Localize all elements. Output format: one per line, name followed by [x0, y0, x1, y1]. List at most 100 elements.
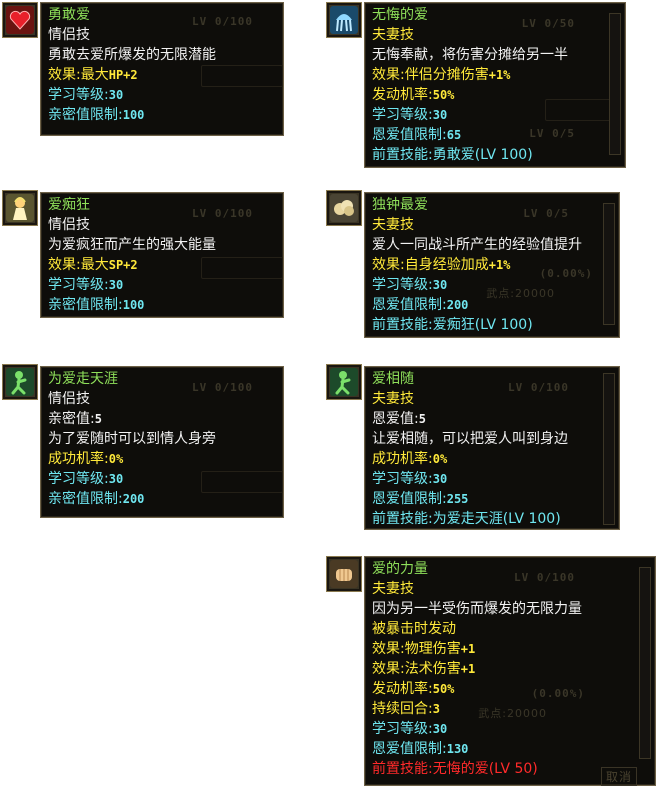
love-limit: 恩爱值限制:255 — [372, 489, 613, 509]
skill-tooltip-love-follow: LV 0/100 爱相随 夫妻技 恩爱值:5 让爱相随，可以把爱人叫到身边 成功… — [364, 366, 620, 530]
trigger-rate-value: 50% — [432, 88, 455, 102]
learn-level-label: 学习等级: — [48, 277, 109, 293]
skill-tooltip-crazy-love: LV 0/100 爱痴狂 情侣技 为爱疯狂而产生的强大能量 效果:最大SP+2 … — [40, 192, 284, 318]
walking-figure-icon[interactable] — [326, 364, 362, 400]
intimacy-limit-label: 亲密值限制: — [48, 491, 123, 507]
prerequisite-value: 为爱走天涯(LV 100) — [432, 511, 561, 527]
trigger-condition: 被暴击时发动 — [372, 621, 456, 637]
love-limit-label: 恩爱值限制: — [372, 297, 447, 313]
effect-value: +1 — [460, 642, 476, 656]
skill-name: 爱的力量 — [372, 561, 428, 577]
prerequisite-skill: 前置技能:爱痴狂(LV 100) — [372, 315, 613, 335]
learn-level-value: 30 — [108, 278, 124, 292]
learn-level: 学习等级:30 — [372, 105, 619, 125]
skill-effect: 效果:伴侣分摊伤害+1% — [372, 65, 619, 85]
learn-level: 学习等级:30 — [48, 85, 277, 105]
prerequisite-value: 爱痴狂(LV 100) — [432, 317, 533, 333]
prerequisite-label: 前置技能: — [372, 511, 433, 527]
learn-level-label: 学习等级: — [48, 471, 109, 487]
intimacy-limit-value: 200 — [122, 492, 145, 506]
heart-icon[interactable] — [2, 2, 38, 38]
learn-level-label: 学习等级: — [372, 721, 433, 737]
skill-effect-physical: 效果:物理伤害+1 — [372, 639, 649, 659]
effect-value: +1% — [488, 68, 511, 82]
cloud-icon[interactable] — [326, 190, 362, 226]
skill-type: 情侣技 — [48, 391, 90, 407]
learn-level-label: 学习等级: — [372, 107, 433, 123]
success-rate-label: 成功机率: — [48, 451, 109, 467]
skill-type: 夫妻技 — [372, 217, 414, 233]
success-rate-value: 0% — [432, 452, 448, 466]
skill-effect: 效果:自身经验加成+1% — [372, 255, 613, 275]
love-limit: 恩爱值限制:200 — [372, 295, 613, 315]
learn-level: 学习等级:30 — [372, 719, 649, 739]
learn-level: 学习等级:30 — [48, 275, 277, 295]
learn-level-label: 学习等级: — [372, 471, 433, 487]
skill-description: 让爱相随，可以把爱人叫到身边 — [372, 431, 568, 447]
walking-figure-icon[interactable] — [2, 364, 38, 400]
learn-level-value: 30 — [108, 88, 124, 102]
learn-level: 学习等级:30 — [372, 469, 613, 489]
duration-value: 3 — [432, 702, 440, 716]
prerequisite-label: 前置技能: — [372, 147, 433, 163]
learn-level: 学习等级:30 — [372, 275, 613, 295]
skill-name: 无悔的爱 — [372, 7, 428, 23]
learn-level-value: 30 — [432, 278, 448, 292]
jellyfish-icon[interactable] — [326, 2, 362, 38]
trigger-rate-value: 50% — [432, 682, 455, 696]
effect-label: 效果:伴侣分摊伤害 — [372, 67, 489, 83]
skill-name: 勇敢爱 — [48, 7, 90, 23]
love-limit-label: 恩爱值限制: — [372, 741, 447, 757]
learn-level-label: 学习等级: — [48, 87, 109, 103]
effect-value: +1% — [488, 258, 511, 272]
prerequisite-skill: 前置技能:勇敢爱(LV 100) — [372, 145, 619, 165]
love-limit-label: 恩爱值限制: — [372, 491, 447, 507]
intimacy-limit-value: 100 — [122, 298, 145, 312]
trigger-rate: 发动机率:50% — [372, 85, 619, 105]
love-limit-label: 恩爱值限制: — [372, 127, 447, 143]
skill-tooltip-regretless-love: LV 0/50 LV 0/5 无悔的爱 夫妻技 无悔奉献，将伤害分摊给另一半 效… — [364, 2, 626, 168]
love-limit-value: 200 — [446, 298, 469, 312]
trigger-rate-label: 发动机率: — [372, 681, 433, 697]
trigger-rate-label: 发动机率: — [372, 87, 433, 103]
learn-level-value: 30 — [432, 472, 448, 486]
learn-level-value: 30 — [108, 472, 124, 486]
fist-icon[interactable] — [326, 556, 362, 592]
learn-level: 学习等级:30 — [48, 469, 277, 489]
intimacy-label: 亲密值: — [48, 411, 95, 427]
love-limit-value: 130 — [446, 742, 469, 756]
skill-name: 爱相随 — [372, 371, 414, 387]
skill-type: 情侣技 — [48, 217, 90, 233]
prerequisite-skill: 前置技能:为爱走天涯(LV 100) — [372, 509, 613, 529]
learn-level-value: 30 — [432, 722, 448, 736]
prerequisite-value: 勇敢爱(LV 100) — [432, 147, 533, 163]
intimacy-limit: 亲密值限制:100 — [48, 295, 277, 315]
skill-effect: 效果:最大SP+2 — [48, 255, 277, 275]
skill-description: 勇敢去爱所爆发的无限潜能 — [48, 47, 216, 63]
love-limit-value: 255 — [446, 492, 469, 506]
intimacy-requirement: 亲密值:5 — [48, 409, 277, 429]
skill-name: 爱痴狂 — [48, 197, 90, 213]
success-rate: 成功机率:0% — [48, 449, 277, 469]
prerequisite-label: 前置技能: — [372, 317, 433, 333]
duration-rounds: 持续回合:3 — [372, 699, 649, 719]
skill-tooltip-sole-love: LV 0/5 (0.00%) 武点:20000 独钟最爱 夫妻技 爱人一同战斗所… — [364, 192, 620, 338]
effect-label: 效果:法术伤害 — [372, 661, 461, 677]
skill-description: 为了爱随时可以到情人身旁 — [48, 431, 216, 447]
intimacy-value: 5 — [94, 412, 102, 426]
prerequisite-value: 无悔的爱(LV 50) — [432, 761, 538, 777]
intimacy-limit-label: 亲密值限制: — [48, 107, 123, 123]
skill-description: 爱人一同战斗所产生的经验值提升 — [372, 237, 582, 253]
effect-label: 效果:物理伤害 — [372, 641, 461, 657]
bride-icon[interactable] — [2, 190, 38, 226]
effect-label: 效果:最大 — [48, 67, 109, 83]
trigger-rate: 发动机率:50% — [372, 679, 649, 699]
intimacy-limit: 亲密值限制:100 — [48, 105, 277, 125]
love-requirement: 恩爱值:5 — [372, 409, 613, 429]
learn-level-label: 学习等级: — [372, 277, 433, 293]
success-rate-label: 成功机率: — [372, 451, 433, 467]
prerequisite-label: 前置技能: — [372, 761, 433, 777]
effect-label: 效果:最大 — [48, 257, 109, 273]
skill-tooltip-love-power: LV 0/100 (0.00%) 武点:20000 取消 爱的力量 夫妻技 因为… — [364, 556, 656, 786]
skill-description: 因为另一半受伤而爆发的无限力量 — [372, 601, 582, 617]
